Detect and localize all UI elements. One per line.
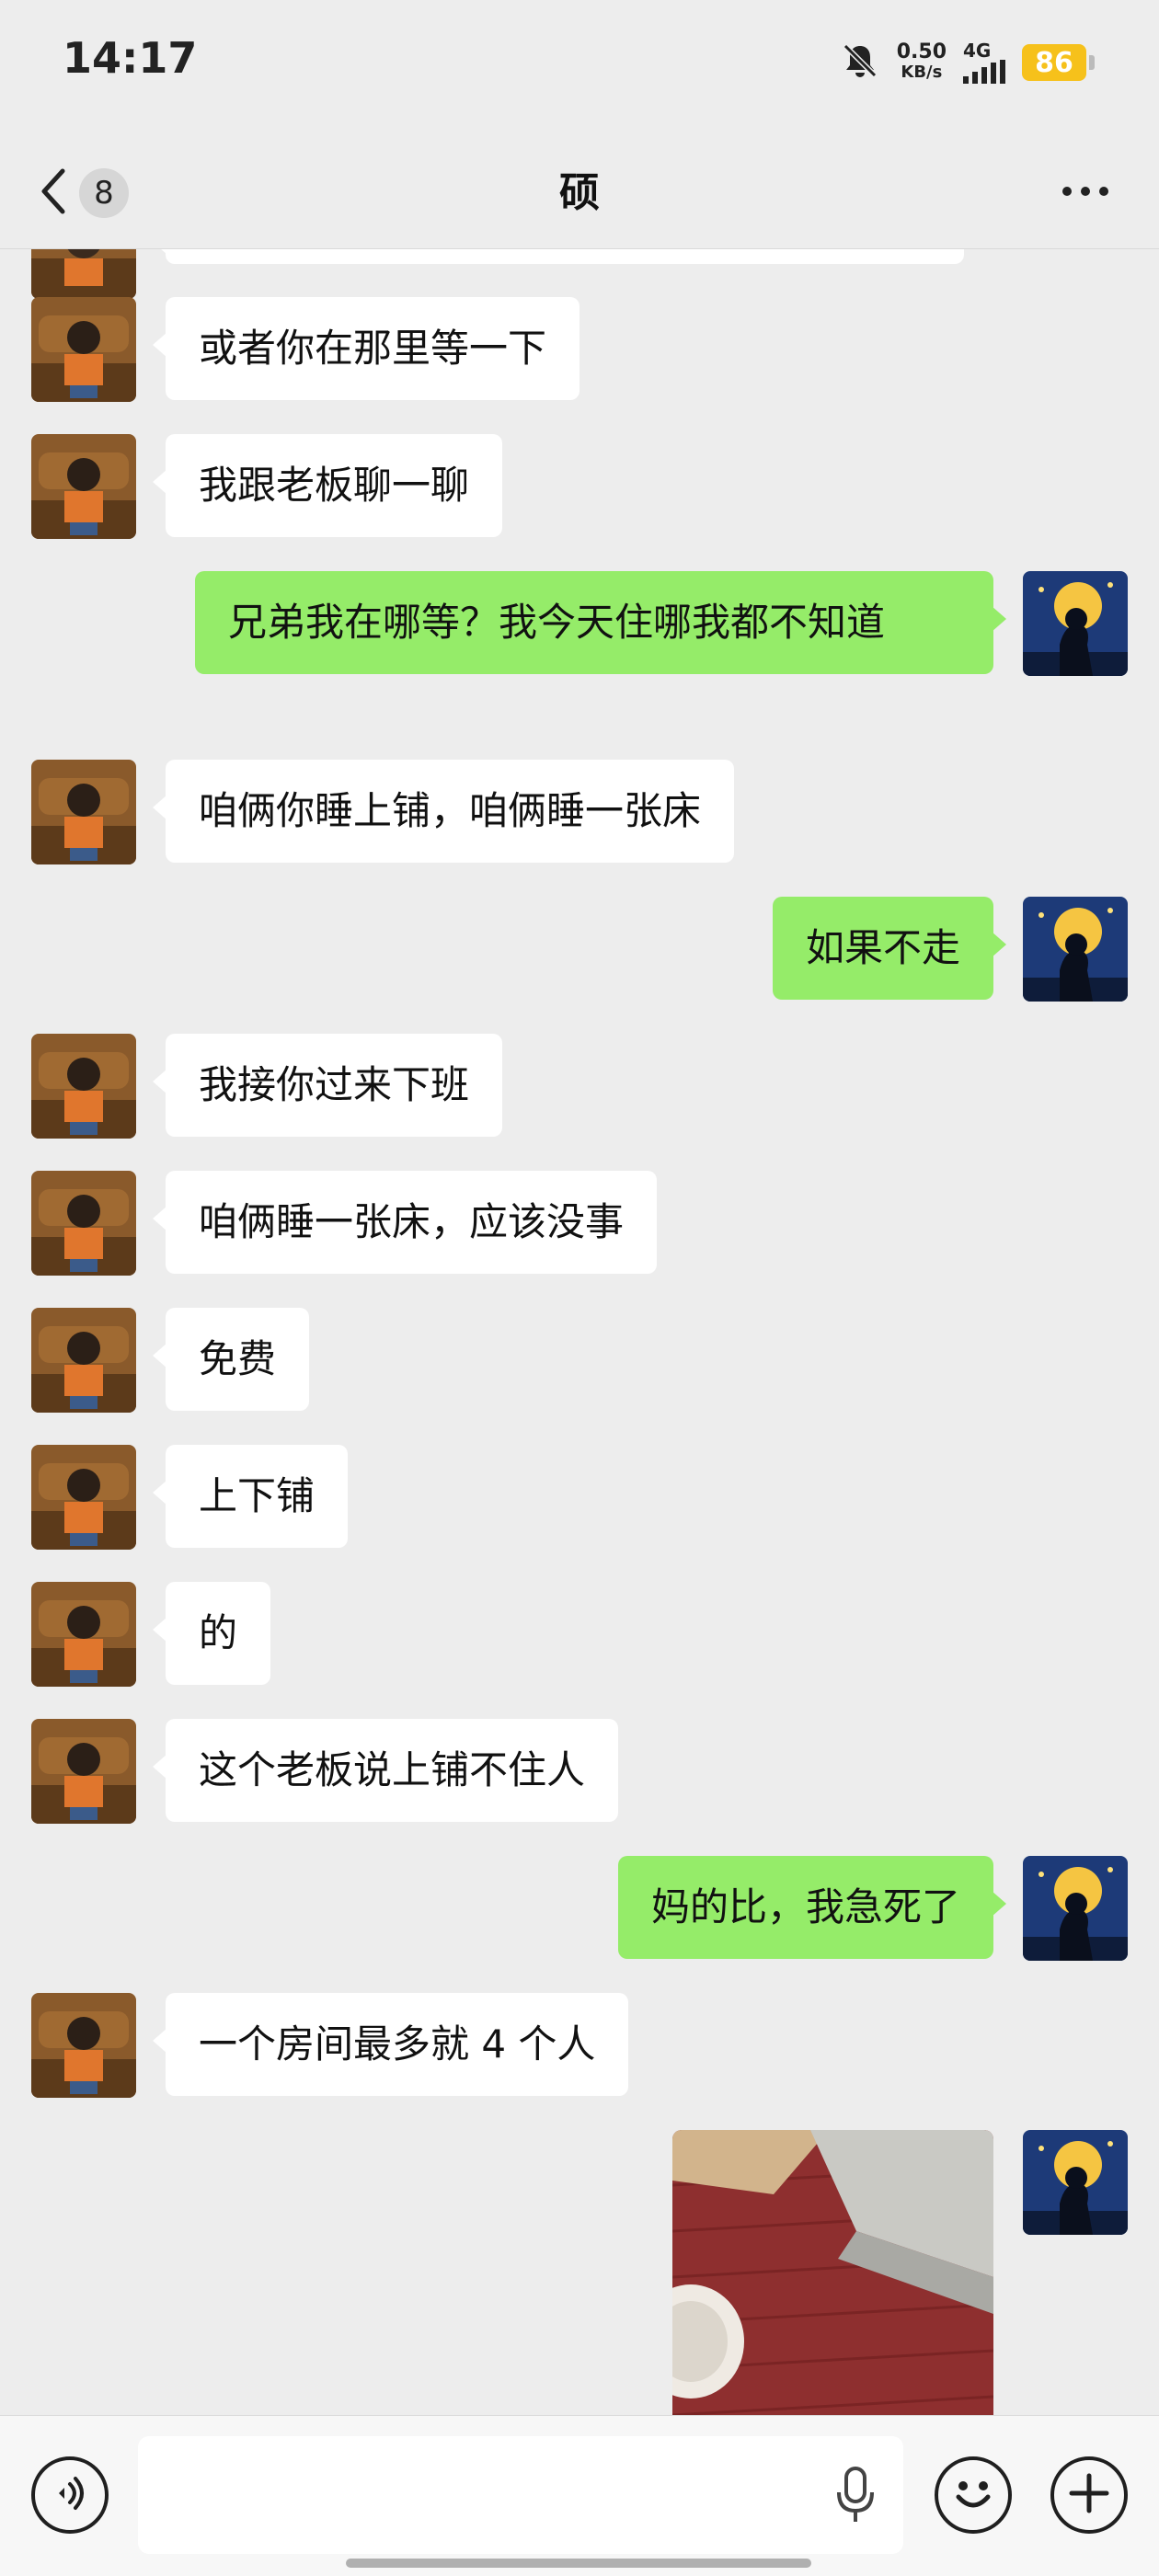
speed-value: 0.50 (896, 40, 947, 63)
battery-icon: 86 (1022, 44, 1095, 81)
battery-level: 86 (1022, 44, 1086, 81)
message-bubble-partial[interactable] (153, 249, 964, 264)
message-bubble[interactable]: 我接你过来下班 (152, 1034, 503, 1137)
message-bubble[interactable]: 的 (152, 1582, 271, 1685)
mic-button[interactable] (828, 2462, 883, 2530)
network-type: 4G (963, 40, 992, 62)
self-avatar[interactable] (1023, 571, 1128, 676)
message-list[interactable]: 或者你在那里等一下 我跟老板聊一聊 兄弟我在哪等？我今天住哪我都不知道 咱俩你睡… (0, 249, 1159, 2415)
voice-button[interactable] (31, 2456, 109, 2534)
message-bubble[interactable]: 咱俩你睡上铺，咱俩睡一张床 (152, 760, 735, 863)
message-bubble[interactable]: 我跟老板聊一聊 (152, 434, 503, 537)
image-message[interactable] (672, 2130, 993, 2415)
message-bubble[interactable]: 免费 (152, 1308, 310, 1411)
plus-button[interactable] (1050, 2456, 1128, 2534)
message-bubble[interactable]: 这个老板说上铺不住人 (152, 1719, 619, 1822)
contact-avatar[interactable] (31, 1993, 136, 2098)
message-bubble[interactable]: 兄弟我在哪等？我今天住哪我都不知道 (195, 571, 1006, 674)
status-icons: 0.50 KB/s 4G 86 (840, 37, 1095, 88)
emoji-icon (946, 2466, 1001, 2524)
contact-avatar[interactable] (31, 1719, 136, 1824)
self-avatar[interactable] (1023, 897, 1128, 1002)
contact-avatar[interactable] (31, 1171, 136, 1276)
contact-avatar[interactable] (31, 434, 136, 539)
message-bubble[interactable]: 一个房间最多就 4 个人 (152, 1993, 629, 2096)
contact-avatar[interactable] (31, 249, 136, 299)
contact-avatar[interactable] (31, 1034, 136, 1139)
message-bubble[interactable]: 如果不走 (772, 897, 1007, 1000)
more-icon (1058, 184, 1113, 202)
message-bubble[interactable]: 上下铺 (152, 1445, 349, 1548)
more-button[interactable] (1049, 158, 1122, 228)
status-time: 14:17 (63, 33, 198, 83)
emoji-button[interactable] (935, 2456, 1012, 2534)
input-bar (0, 2415, 1159, 2576)
plus-icon (1066, 2470, 1112, 2520)
self-avatar[interactable] (1023, 2130, 1128, 2235)
voice-icon (50, 2473, 90, 2517)
contact-avatar[interactable] (31, 1582, 136, 1687)
chat-title: 硕 (559, 169, 600, 216)
network-speed: 0.50 KB/s (897, 42, 947, 83)
status-bar: 14:17 0.50 KB/s 4G 86 (0, 0, 1159, 129)
signal-group: 4G (963, 41, 1005, 84)
mic-icon (835, 2465, 876, 2527)
self-avatar[interactable] (1023, 1856, 1128, 1961)
contact-avatar[interactable] (31, 1308, 136, 1413)
home-indicator[interactable] (346, 2559, 811, 2568)
message-bubble[interactable]: 或者你在那里等一下 (152, 297, 580, 400)
message-input[interactable] (138, 2436, 903, 2554)
chat-header: 8 硕 (0, 138, 1159, 248)
speed-unit: KB/s (901, 63, 943, 82)
message-bubble[interactable]: 妈的比，我急死了 (617, 1856, 1007, 1959)
contact-avatar[interactable] (31, 1445, 136, 1550)
contact-avatar[interactable] (31, 297, 136, 402)
signal-icon (963, 60, 1005, 84)
contact-avatar[interactable] (31, 760, 136, 864)
message-bubble[interactable]: 咱俩睡一张床，应该没事 (152, 1171, 658, 1274)
bell-off-icon (840, 40, 880, 85)
